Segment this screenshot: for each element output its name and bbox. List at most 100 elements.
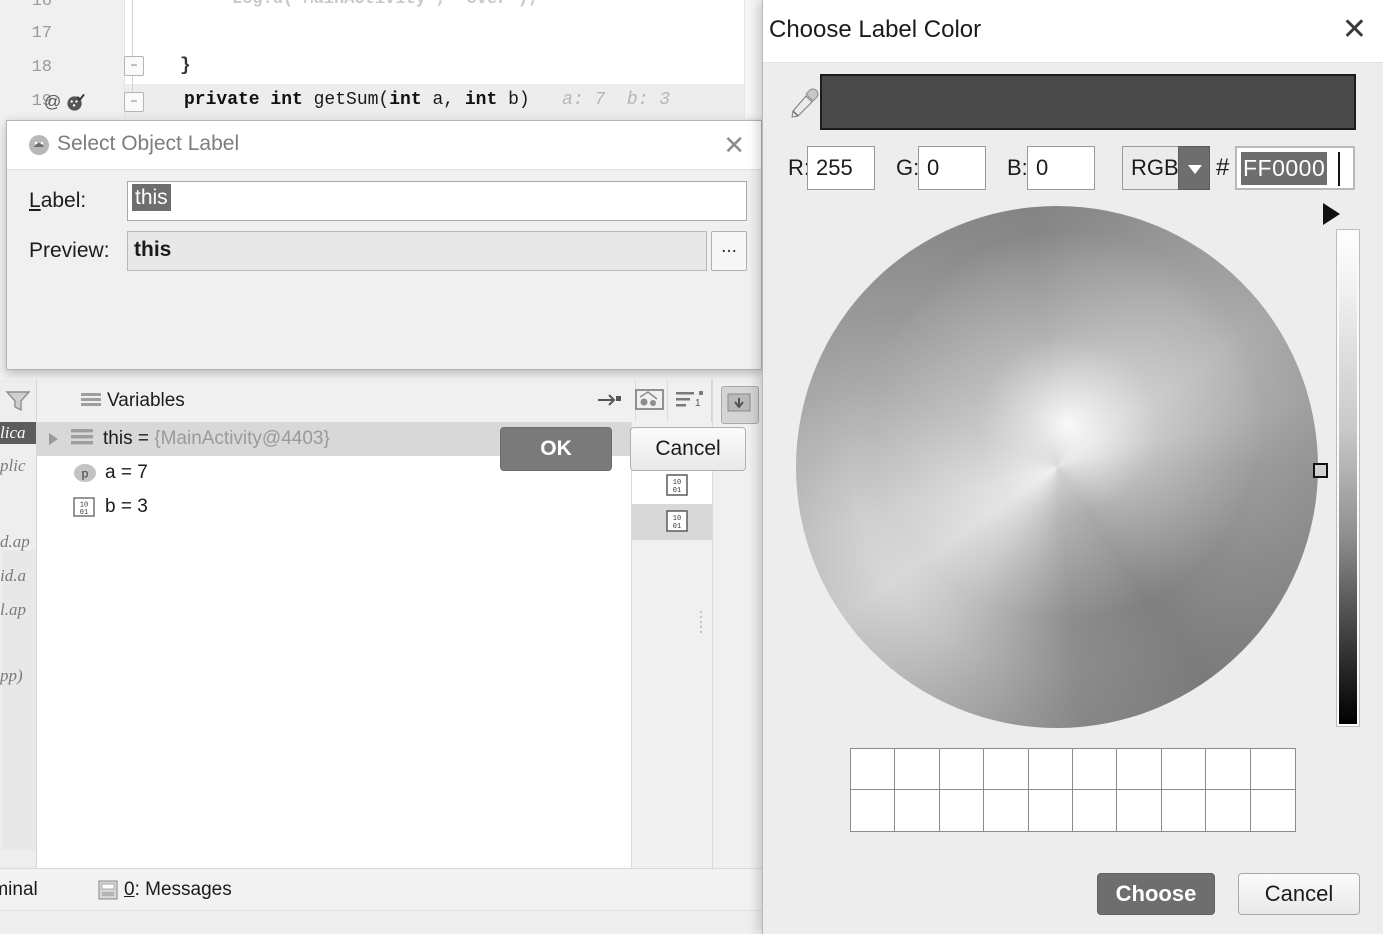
primitive-icon: 10 01 [73,497,95,517]
b-label: B: [1007,155,1028,180]
terminal-tab[interactable]: rminal [0,879,38,901]
r-input[interactable]: 255 [807,146,875,190]
fold-guide-line [132,0,133,96]
watch-slot[interactable]: 10 01 [632,504,712,540]
recent-swatches-grid[interactable] [850,748,1296,832]
swatch-cell[interactable] [1161,749,1207,790]
swatch-cell[interactable] [851,790,896,831]
code-keyword: private int [184,90,314,110]
settings-icon[interactable] [635,388,665,412]
editor-gutter[interactable]: 16 17 18 19 @ [0,0,125,118]
inline-debug-hint: a: 7 b: 3 [562,90,671,110]
watch-slot[interactable]: 10 01 [632,468,712,504]
preview-value: this [134,238,172,261]
sort-icon[interactable]: 1 [675,389,703,411]
swatch-cell[interactable] [1117,790,1162,831]
jump-to-source-icon[interactable] [597,391,621,409]
chevron-right-icon[interactable] [49,433,58,445]
variables-row-text: this = {MainActivity@4403} [103,422,330,456]
svg-text:10: 10 [673,479,681,487]
preview-field-label: Preview: [29,239,110,262]
swatch-cell[interactable] [851,749,896,790]
line-number: 17 [31,24,52,43]
console-ghost-column: lica plic d.ap id.a l.ap pp) [0,380,40,934]
object-icon [71,429,93,445]
dialog-title: Select Object Label [57,132,240,155]
swatch-cell[interactable] [939,790,985,831]
swatch-cell[interactable] [984,749,1029,790]
brightness-slider-thumb[interactable] [1323,203,1340,225]
swatch-cell[interactable] [1073,790,1118,831]
gutter-icon-group[interactable]: @ [44,92,85,112]
color-wheel-marker[interactable] [1313,463,1328,478]
swatch-cell[interactable] [1117,749,1162,790]
watch-variable-icon: 10 01 [666,474,688,496]
swatch-cell[interactable] [1161,790,1207,831]
variable-value: 3 [137,496,148,517]
preview-field: this [127,231,707,271]
swatch-cell[interactable] [984,790,1029,831]
close-icon[interactable]: ✕ [1342,10,1367,50]
code-arg: b) [497,90,530,110]
svg-text:01: 01 [673,523,681,531]
swatch-cell[interactable] [1028,790,1073,831]
browse-button[interactable]: ... [711,231,747,271]
g-input[interactable]: 0 [918,146,986,190]
hex-input-value: FF0000 [1241,152,1328,185]
color-wheel[interactable] [796,206,1318,728]
swatch-cell[interactable] [1250,749,1295,790]
g-label: G: [896,155,920,180]
variables-row-b[interactable]: 10 01 b = 3 [37,490,631,524]
parameter-icon: p [74,464,96,482]
messages-icon [98,880,118,900]
code-line-19: private int getSum(int a, int b) a: 7 b:… [184,90,670,110]
swatch-cell[interactable] [939,749,985,790]
swatch-cell[interactable] [1206,749,1251,790]
variables-tree[interactable]: this = {MainActivity@4403} p a = 7 10 01 [37,422,631,934]
swatch-cell[interactable] [1206,790,1251,831]
color-preview-swatch[interactable] [820,74,1356,130]
variable-value: {MainActivity@4403} [154,428,330,449]
eyedropper-icon[interactable] [786,86,820,122]
ok-button[interactable]: OK [500,427,612,471]
hash-symbol: # [1216,154,1230,181]
ghost-text: d.ap [0,532,30,551]
variable-name: b [105,496,116,517]
line-number: 16 [31,0,52,11]
brightness-slider[interactable] [1336,229,1360,727]
chevron-down-icon[interactable] [1178,146,1210,190]
mnemonic-letter: L [29,189,41,212]
android-studio-icon [29,135,49,155]
splitter-grip[interactable] [700,608,708,648]
restore-layout-icon[interactable] [721,386,759,424]
equals-sign: = [115,462,138,483]
hex-input[interactable]: FF0000 [1235,146,1355,190]
fold-minus-icon[interactable]: − [124,56,144,76]
b-input[interactable]: 0 [1027,146,1095,190]
code-line-16: Log.d("MainActivity", "over"); [232,0,538,9]
swatch-cell[interactable] [895,749,940,790]
ghost-text: id.a [0,566,26,585]
swatch-cell[interactable] [1028,749,1073,790]
variable-name: a [105,462,116,483]
color-cancel-button[interactable]: Cancel [1238,873,1360,915]
choose-button[interactable]: Choose [1097,873,1215,915]
fold-minus-icon[interactable]: − [124,92,144,112]
breakpoint-verified-icon[interactable] [66,93,85,112]
variable-value: 7 [137,462,148,483]
swatch-cell[interactable] [1073,749,1118,790]
label-input-value: this [132,184,171,211]
code-keyword: int [464,90,498,110]
code-editor[interactable]: 16 17 18 19 @ − − Log.d("MainActivity", … [0,0,762,118]
bottom-filler [0,910,762,934]
cancel-button[interactable]: Cancel [630,427,746,471]
code-method: getSum( [313,90,390,110]
messages-tab[interactable]: 0: Messages [124,879,232,901]
label-input[interactable]: this [127,181,747,221]
close-icon[interactable]: ✕ [723,127,745,163]
swatch-cell[interactable] [895,790,940,831]
variables-row-text: a = 7 [105,456,148,490]
ghost-text: plic [0,456,26,475]
swatch-cell[interactable] [1250,790,1295,831]
at-sign-icon: @ [44,92,62,111]
